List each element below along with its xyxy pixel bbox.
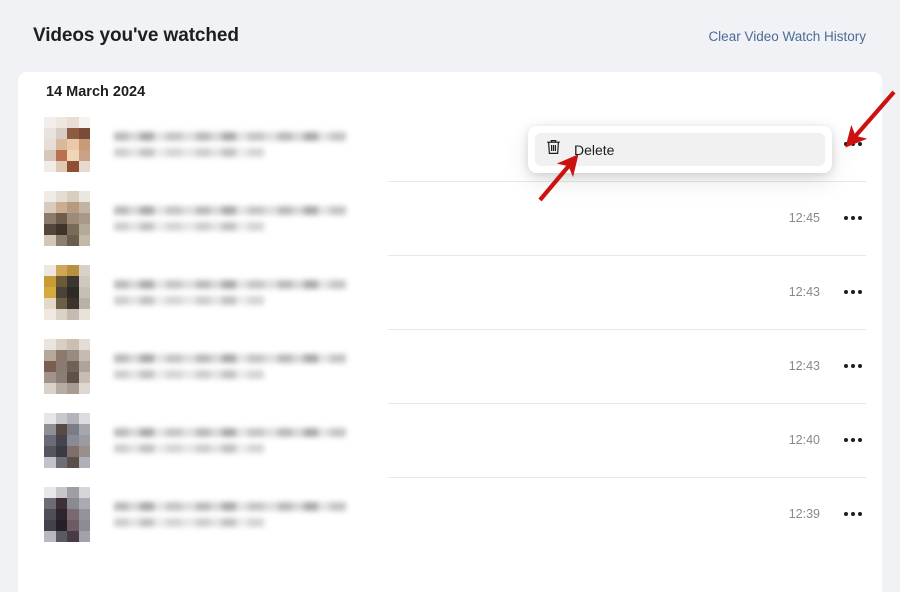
- video-title-redacted: [114, 501, 346, 511]
- table-row[interactable]: 12:45: [18, 181, 882, 255]
- video-title-redacted: [114, 427, 346, 437]
- video-subtitle-redacted: [114, 517, 264, 527]
- video-thumbnail[interactable]: [44, 338, 90, 394]
- more-options-icon[interactable]: [838, 438, 868, 442]
- video-text-block: [90, 353, 789, 379]
- video-thumbnail[interactable]: [44, 264, 90, 320]
- video-subtitle-redacted: [114, 221, 264, 231]
- video-text-block: [90, 427, 789, 453]
- video-subtitle-redacted: [114, 369, 264, 379]
- video-title-redacted: [114, 131, 346, 141]
- clear-video-watch-history-link[interactable]: Clear Video Watch History: [708, 29, 866, 44]
- trash-icon: [545, 138, 562, 161]
- more-options-icon[interactable]: [838, 216, 868, 220]
- video-timestamp: 12:40: [788, 433, 820, 447]
- page-title: Videos you've watched: [33, 25, 239, 46]
- more-options-icon[interactable]: [838, 290, 868, 294]
- video-title-redacted: [114, 205, 346, 215]
- more-options-icon[interactable]: [838, 142, 868, 146]
- video-watch-history-page: Videos you've watched Clear Video Watch …: [0, 0, 900, 592]
- video-subtitle-redacted: [114, 147, 264, 157]
- video-thumbnail[interactable]: [44, 486, 90, 542]
- table-row[interactable]: 12:39: [18, 477, 882, 551]
- video-timestamp: 12:43: [788, 359, 820, 373]
- table-row[interactable]: 12:43: [18, 329, 882, 403]
- more-options-icon[interactable]: [838, 364, 868, 368]
- video-title-redacted: [114, 279, 346, 289]
- video-thumbnail[interactable]: [44, 190, 90, 246]
- video-thumbnail[interactable]: [44, 116, 90, 172]
- table-row[interactable]: 12:43: [18, 255, 882, 329]
- delete-menu-item-label: Delete: [574, 141, 615, 158]
- table-row[interactable]: 12:40: [18, 403, 882, 477]
- video-title-redacted: [114, 353, 346, 363]
- more-options-icon[interactable]: [838, 512, 868, 516]
- row-context-menu: Delete: [528, 126, 832, 173]
- video-thumbnail[interactable]: [44, 412, 90, 468]
- date-heading: 14 March 2024: [46, 84, 146, 100]
- video-timestamp: 12:39: [788, 507, 820, 521]
- video-timestamp: 12:45: [788, 211, 820, 225]
- delete-menu-item[interactable]: Delete: [535, 133, 825, 166]
- video-subtitle-redacted: [114, 443, 264, 453]
- video-text-block: [90, 279, 789, 305]
- video-text-block: [90, 205, 789, 231]
- page-header: Videos you've watched Clear Video Watch …: [0, 0, 900, 72]
- video-history-list: 12:45 12:43 12:43 12:40 12:39: [18, 107, 882, 551]
- video-timestamp: 12:43: [788, 285, 820, 299]
- video-text-block: [90, 501, 789, 527]
- video-subtitle-redacted: [114, 295, 264, 305]
